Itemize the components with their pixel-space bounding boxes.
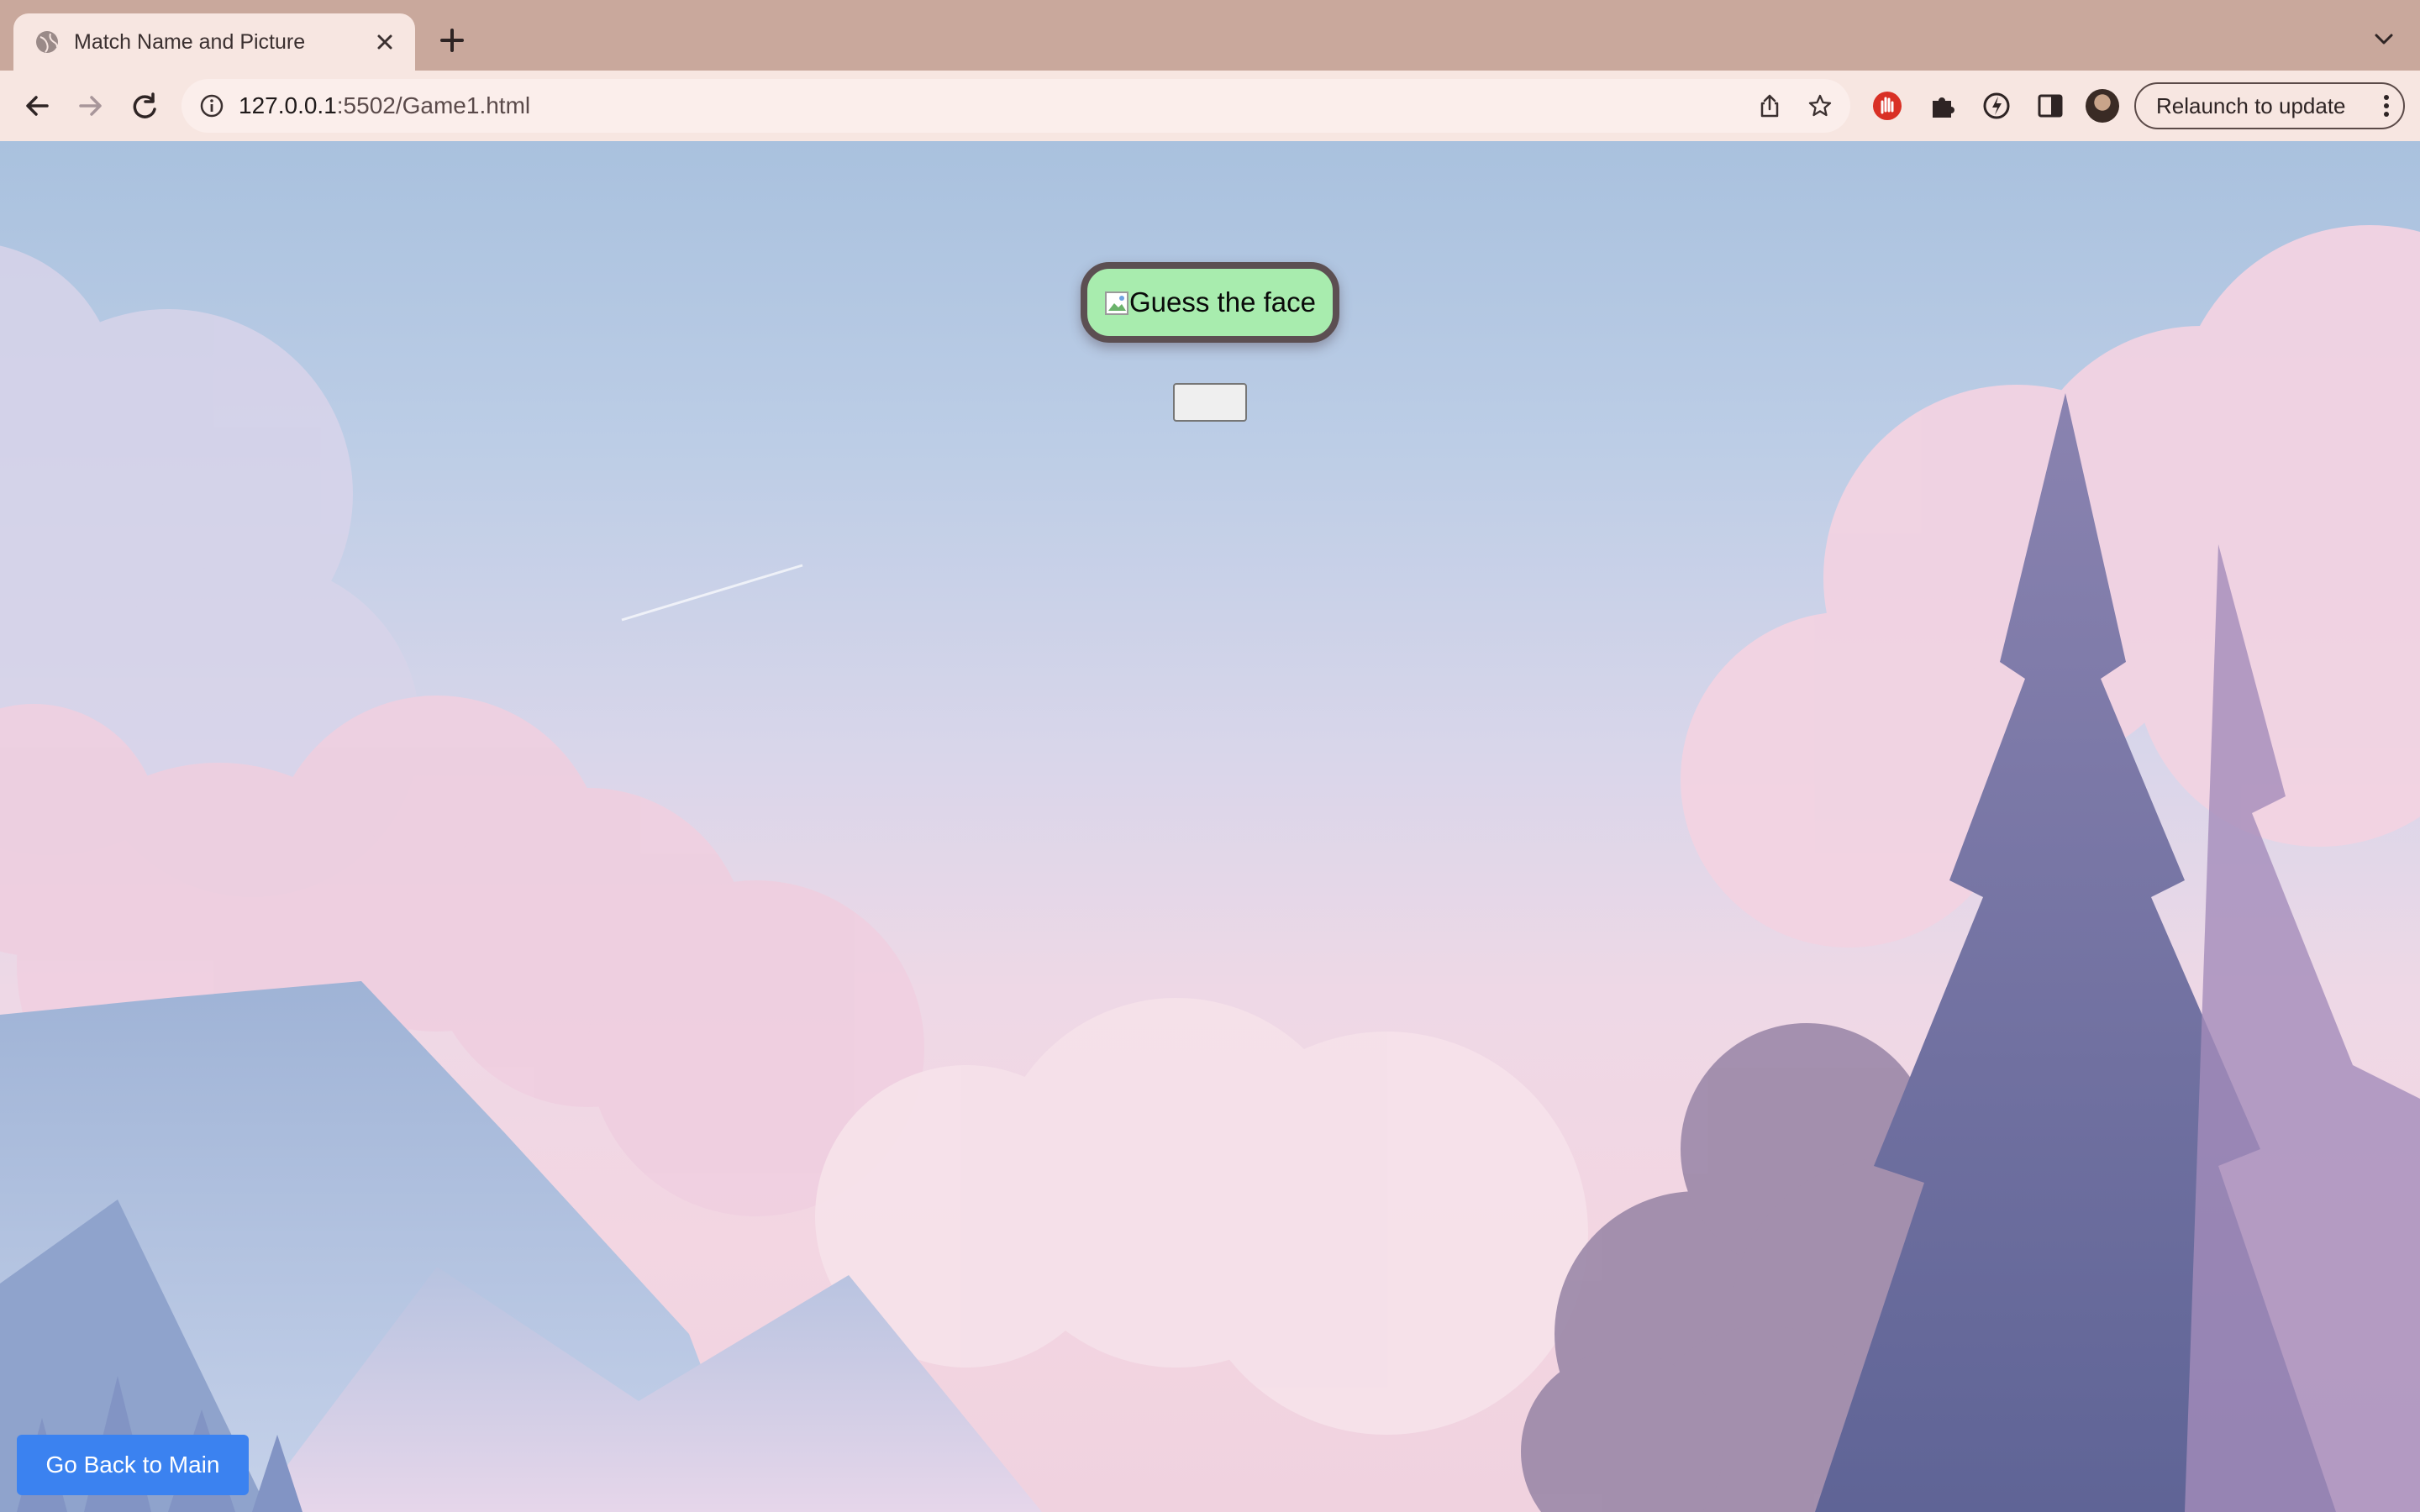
- browser-toolbar: 127.0.0.1:5502/Game1.html Relaunch to up…: [0, 71, 2420, 142]
- active-tab[interactable]: Match Name and Picture: [13, 13, 415, 71]
- browser-window: Match Name and Picture 127.0.0.1:5502/Ga…: [0, 0, 2420, 1512]
- landscape-background-image: [0, 225, 2420, 1512]
- go-back-button[interactable]: Go Back to Main: [17, 1435, 249, 1495]
- more-vertical-icon: [2384, 95, 2389, 117]
- globe-icon: [36, 31, 58, 53]
- forward-arrow-icon[interactable]: [71, 86, 111, 126]
- chevron-down-icon[interactable]: [2370, 25, 2398, 54]
- hand-extension-icon[interactable]: [1870, 89, 1904, 123]
- url-host: 127.0.0.1: [239, 92, 337, 118]
- game-title: Guess the face: [1129, 286, 1316, 318]
- broken-image-icon: [1105, 291, 1128, 315]
- info-icon[interactable]: [198, 92, 225, 119]
- share-icon[interactable]: [1756, 92, 1783, 119]
- game-title-banner: Guess the face: [1081, 262, 1339, 343]
- performance-icon[interactable]: [1980, 89, 2013, 123]
- tab-title: Match Name and Picture: [74, 30, 306, 54]
- puzzle-extensions-icon[interactable]: [1926, 89, 1960, 123]
- close-icon[interactable]: [370, 27, 400, 57]
- bookmark-star-icon[interactable]: [1807, 92, 1833, 119]
- url-path: :5502/Game1.html: [336, 92, 531, 118]
- back-arrow-icon[interactable]: [17, 86, 57, 126]
- plus-icon[interactable]: [434, 22, 471, 59]
- side-panel-icon[interactable]: [2033, 89, 2067, 123]
- page-viewport: Guess the face Go Back to Main: [0, 141, 2420, 1512]
- tab-strip: Match Name and Picture: [0, 0, 2420, 71]
- profile-avatar[interactable]: [2086, 89, 2119, 123]
- reload-icon[interactable]: [124, 86, 165, 126]
- relaunch-button[interactable]: Relaunch to update: [2134, 82, 2405, 129]
- address-bar[interactable]: 127.0.0.1:5502/Game1.html: [182, 79, 1850, 133]
- answer-button[interactable]: [1173, 383, 1247, 422]
- relaunch-label: Relaunch to update: [2156, 93, 2346, 118]
- url-text: 127.0.0.1:5502/Game1.html: [239, 92, 530, 119]
